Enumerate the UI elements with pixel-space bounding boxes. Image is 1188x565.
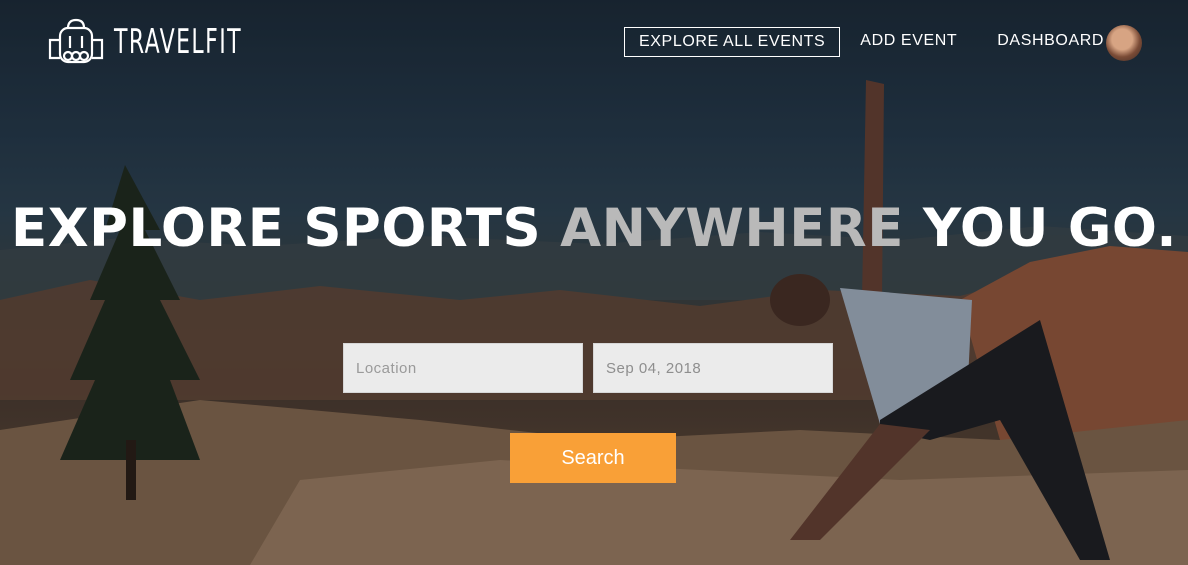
- headline-part1: EXPLORE SPORTS: [11, 198, 561, 259]
- brand-name: TRAVELFIT: [114, 22, 243, 62]
- headline-part2: YOU GO.: [903, 198, 1177, 259]
- backpack-icon: [48, 18, 104, 64]
- hero-headline: EXPLORE SPORTS ANYWHERE YOU GO.: [0, 198, 1188, 259]
- headline-highlight: ANYWHERE: [560, 198, 904, 259]
- date-input[interactable]: [593, 343, 833, 393]
- nav-dashboard[interactable]: DASHBOARD: [983, 27, 1118, 57]
- nav-explore-all-events[interactable]: EXPLORE ALL EVENTS: [624, 27, 841, 57]
- location-input[interactable]: [343, 343, 583, 393]
- user-avatar[interactable]: [1106, 25, 1142, 61]
- nav-add-event[interactable]: ADD EVENT: [846, 27, 971, 57]
- top-nav: EXPLORE ALL EVENTS ADD EVENT DASHBOARD: [624, 27, 1118, 57]
- brand-logo[interactable]: TRAVELFIT: [46, 18, 292, 66]
- search-button[interactable]: Search: [510, 433, 676, 483]
